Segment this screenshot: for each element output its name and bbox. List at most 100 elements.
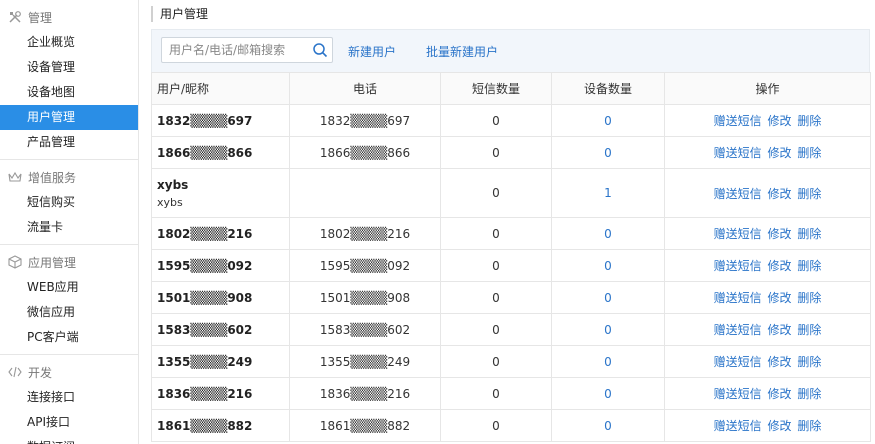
- gift-sms-link[interactable]: 赠送短信: [714, 323, 762, 337]
- device-count-cell[interactable]: 0: [551, 313, 665, 346]
- device-count-cell[interactable]: 0: [551, 345, 665, 378]
- sidebar-section-title: 应用管理: [28, 255, 77, 270]
- delete-link[interactable]: 删除: [797, 387, 821, 401]
- nickname: xybs: [157, 195, 183, 209]
- sidebar-item[interactable]: 用户管理: [0, 105, 138, 130]
- edit-link[interactable]: 修改: [767, 259, 791, 273]
- user-cell: 1595▒▒▒▒092: [151, 249, 290, 282]
- username: 1595▒▒▒▒092: [157, 258, 253, 273]
- sidebar-section-header: 应用管理: [0, 249, 138, 275]
- edit-link[interactable]: 修改: [767, 114, 791, 128]
- edit-link[interactable]: 修改: [767, 146, 791, 160]
- sidebar-section-header: 管理: [0, 4, 138, 30]
- gift-sms-link[interactable]: 赠送短信: [714, 291, 762, 305]
- phone-cell: 1583▒▒▒▒602: [289, 313, 441, 346]
- col-header-phone: 电话: [289, 72, 441, 105]
- table-row: 1802▒▒▒▒216 1802▒▒▒▒216 0 0 赠送短信 修改 删除: [151, 217, 871, 250]
- delete-link[interactable]: 删除: [797, 114, 821, 128]
- delete-link[interactable]: 删除: [797, 323, 821, 337]
- table-row: 1501▒▒▒▒908 1501▒▒▒▒908 0 0 赠送短信 修改 删除: [151, 281, 871, 314]
- edit-link[interactable]: 修改: [767, 323, 791, 337]
- sidebar-item[interactable]: PC客户端: [0, 325, 138, 350]
- user-cell: 1802▒▒▒▒216: [151, 217, 290, 250]
- user-table: 用户/昵称 电话 短信数量 设备数量 操作 1832▒▒▒▒697 1832▒▒▒…: [151, 72, 871, 442]
- username: 1832▒▒▒▒697: [157, 113, 253, 128]
- batch-new-user-button[interactable]: 批量新建用户: [426, 43, 498, 60]
- device-count-cell[interactable]: 0: [551, 217, 665, 250]
- search-input[interactable]: [162, 38, 302, 62]
- phone-cell: 1861▒▒▒▒882: [289, 409, 441, 442]
- phone-cell: 1802▒▒▒▒216: [289, 217, 441, 250]
- sidebar-divider: [0, 244, 138, 245]
- edit-link[interactable]: 修改: [767, 355, 791, 369]
- table-row: 1355▒▒▒▒249 1355▒▒▒▒249 0 0 赠送短信 修改 删除: [151, 345, 871, 378]
- sidebar-item[interactable]: 微信应用: [0, 300, 138, 325]
- gift-sms-link[interactable]: 赠送短信: [714, 387, 762, 401]
- search-box: [161, 37, 333, 63]
- ops-cell: 赠送短信 修改 删除: [664, 249, 871, 282]
- ops-cell: 赠送短信 修改 删除: [664, 168, 871, 218]
- device-count-cell[interactable]: 0: [551, 281, 665, 314]
- sidebar-item[interactable]: 数据订阅: [0, 435, 138, 444]
- delete-link[interactable]: 删除: [797, 419, 821, 433]
- user-cell: xybs xybs: [151, 168, 290, 218]
- gift-sms-link[interactable]: 赠送短信: [714, 146, 762, 160]
- sidebar-item[interactable]: 设备地图: [0, 80, 138, 105]
- sidebar-item[interactable]: 连接接口: [0, 385, 138, 410]
- phone-cell: 1836▒▒▒▒216: [289, 377, 441, 410]
- user-cell: 1501▒▒▒▒908: [151, 281, 290, 314]
- delete-link[interactable]: 删除: [797, 146, 821, 160]
- sidebar-item[interactable]: WEB应用: [0, 275, 138, 300]
- edit-link[interactable]: 修改: [767, 387, 791, 401]
- gift-sms-link[interactable]: 赠送短信: [714, 419, 762, 433]
- sidebar-section-header: 增值服务: [0, 164, 138, 190]
- table-row: xybs xybs 0 1 赠送短信 修改 删除: [151, 168, 871, 218]
- sidebar: 管理企业概览 设备管理 设备地图 用户管理 产品管理增值服务 短信购买 流量卡应用管理 WEB…: [0, 0, 139, 444]
- sidebar-item[interactable]: 企业概览: [0, 30, 138, 55]
- sms-count-cell: 0: [440, 104, 552, 137]
- sidebar-item[interactable]: 设备管理: [0, 55, 138, 80]
- sms-count-cell: 0: [440, 377, 552, 410]
- device-count-cell[interactable]: 0: [551, 104, 665, 137]
- gift-sms-link[interactable]: 赠送短信: [714, 355, 762, 369]
- search-icon[interactable]: [312, 42, 328, 58]
- device-count-cell[interactable]: 0: [551, 249, 665, 282]
- col-header-user: 用户/昵称: [151, 72, 290, 105]
- delete-link[interactable]: 删除: [797, 355, 821, 369]
- sms-count-cell: 0: [440, 136, 552, 169]
- ops-cell: 赠送短信 修改 删除: [664, 104, 871, 137]
- edit-link[interactable]: 修改: [767, 227, 791, 241]
- device-count-cell[interactable]: 1: [551, 168, 665, 218]
- username: 1836▒▒▒▒216: [157, 386, 253, 401]
- gift-sms-link[interactable]: 赠送短信: [714, 259, 762, 273]
- new-user-button[interactable]: 新建用户: [348, 43, 396, 60]
- gift-sms-link[interactable]: 赠送短信: [714, 114, 762, 128]
- username: xybs: [157, 177, 189, 192]
- edit-link[interactable]: 修改: [767, 187, 791, 201]
- sidebar-item[interactable]: API接口: [0, 410, 138, 435]
- delete-link[interactable]: 删除: [797, 187, 821, 201]
- delete-link[interactable]: 删除: [797, 291, 821, 305]
- table-row: 1836▒▒▒▒216 1836▒▒▒▒216 0 0 赠送短信 修改 删除: [151, 377, 871, 410]
- table-header-row: 用户/昵称 电话 短信数量 设备数量 操作: [151, 72, 871, 105]
- edit-link[interactable]: 修改: [767, 419, 791, 433]
- delete-link[interactable]: 删除: [797, 259, 821, 273]
- gift-sms-link[interactable]: 赠送短信: [714, 227, 762, 241]
- device-count-cell[interactable]: 0: [551, 409, 665, 442]
- sidebar-item[interactable]: 产品管理: [0, 130, 138, 155]
- sms-count-cell: 0: [440, 313, 552, 346]
- gift-sms-link[interactable]: 赠送短信: [714, 187, 762, 201]
- sidebar-item[interactable]: 短信购买: [0, 190, 138, 215]
- user-cell: 1866▒▒▒▒866: [151, 136, 290, 169]
- ops-cell: 赠送短信 修改 删除: [664, 377, 871, 410]
- device-count-cell[interactable]: 0: [551, 377, 665, 410]
- sidebar-section-title: 管理: [28, 10, 53, 25]
- user-cell: 1583▒▒▒▒602: [151, 313, 290, 346]
- device-count-cell[interactable]: 0: [551, 136, 665, 169]
- username: 1861▒▒▒▒882: [157, 418, 253, 433]
- col-header-sms: 短信数量: [440, 72, 552, 105]
- username: 1866▒▒▒▒866: [157, 145, 253, 160]
- delete-link[interactable]: 删除: [797, 227, 821, 241]
- sidebar-item[interactable]: 流量卡: [0, 215, 138, 240]
- edit-link[interactable]: 修改: [767, 291, 791, 305]
